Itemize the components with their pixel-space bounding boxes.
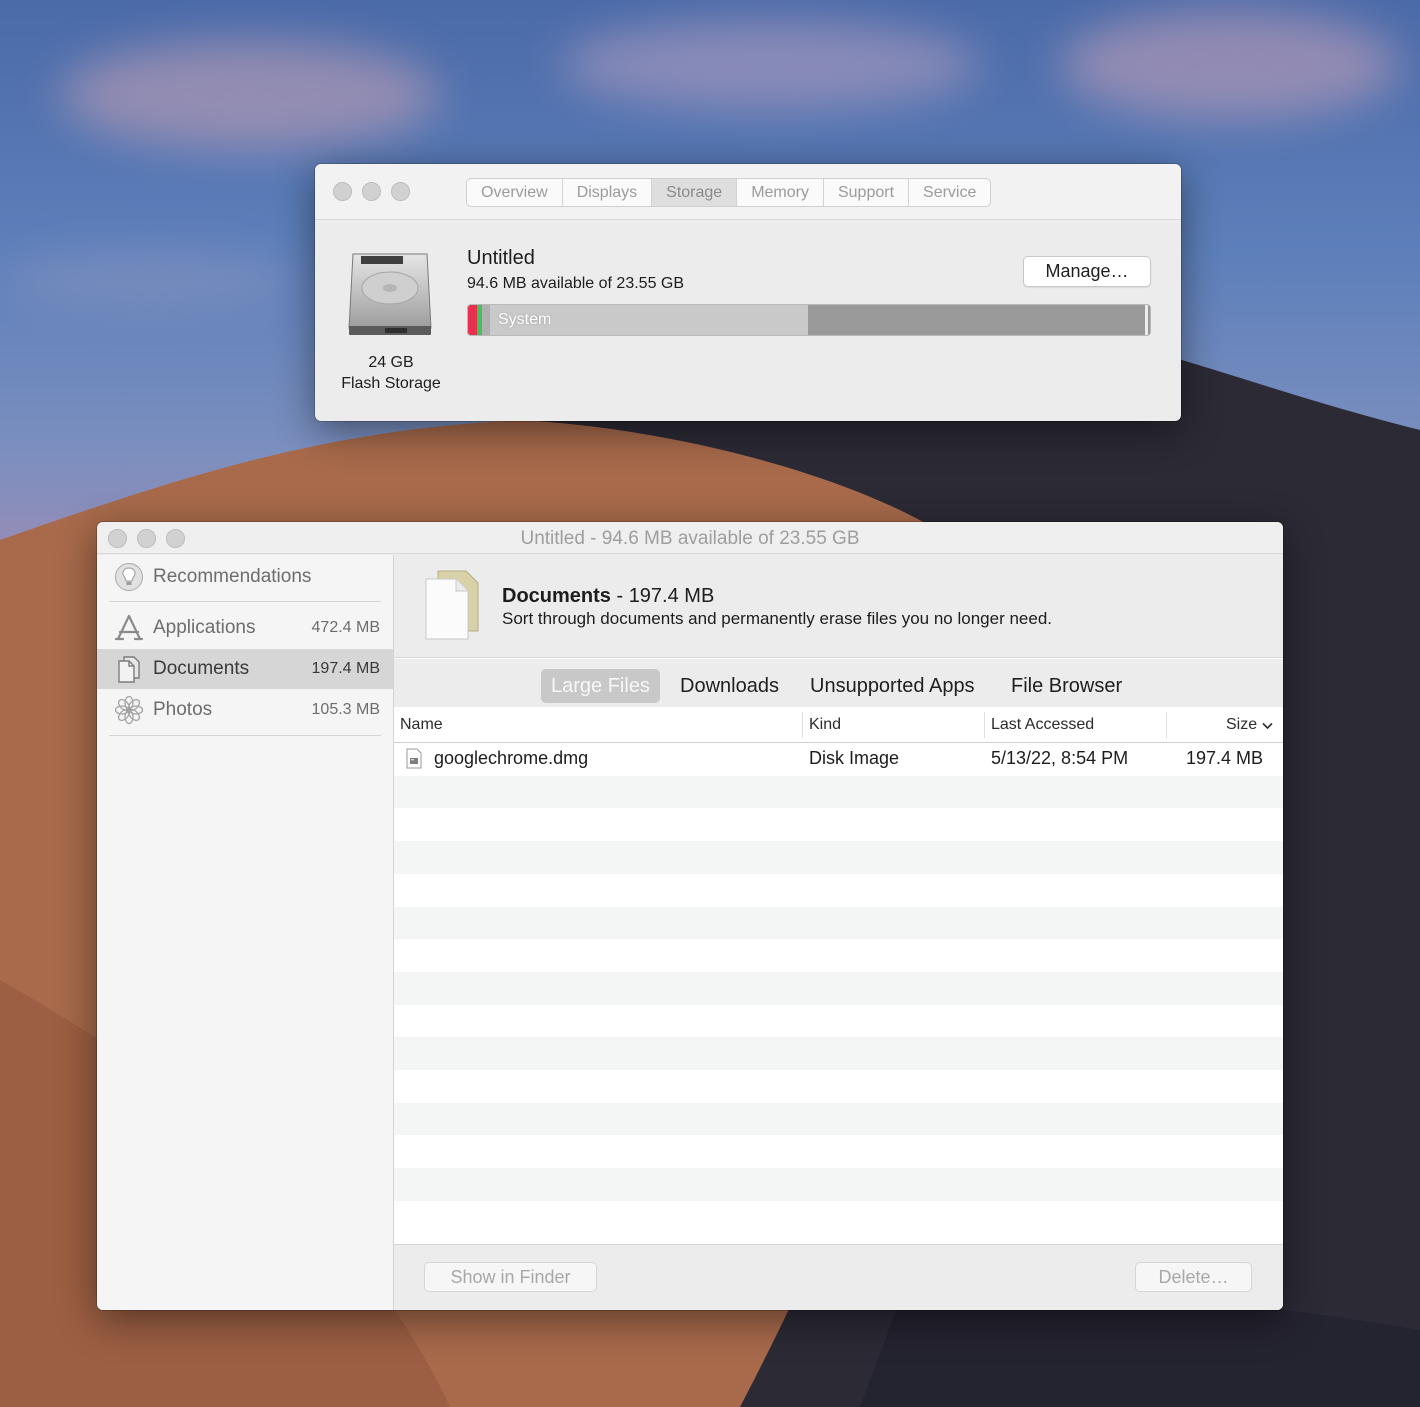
empty-table-row: [394, 1201, 1283, 1234]
table-row[interactable]: googlechrome.dmg Disk Image 5/13/22, 8:5…: [394, 743, 1283, 776]
sidebar-divider: [109, 601, 381, 602]
disk-size-text: 24 GB: [368, 354, 414, 371]
sidebar-item-size: 472.4 MB: [311, 619, 380, 636]
empty-table-row: [394, 841, 1283, 874]
chevron-down-icon[interactable]: [1262, 722, 1273, 730]
column-last-accessed[interactable]: Last Accessed: [991, 716, 1094, 734]
sidebar-item-size: 197.4 MB: [311, 660, 380, 677]
sidebar-item-label: Photos: [153, 699, 213, 720]
tab-unsupported-apps[interactable]: Unsupported Apps: [800, 669, 985, 703]
category-name: Documents: [502, 585, 611, 607]
footer-bar: Show in Finder Delete…: [394, 1244, 1283, 1310]
table-header: Name Kind Last Accessed Size: [394, 708, 1283, 743]
empty-table-row: [394, 1168, 1283, 1201]
category-header: Documents - 197.4 MB Sort through docume…: [394, 555, 1283, 658]
manage-button[interactable]: Manage…: [1023, 256, 1151, 287]
storage-management-window: Untitled - 94.6 MB available of 23.55 GB…: [97, 522, 1283, 1310]
category-size: 197.4 MB: [628, 585, 715, 607]
sidebar-item-label: Recommendations: [153, 566, 312, 587]
empty-table-row: [394, 874, 1283, 907]
storage-segment-gray: [482, 305, 490, 335]
empty-table-row: [394, 906, 1283, 940]
titlebar: Untitled - 94.6 MB available of 23.55 GB: [97, 522, 1283, 554]
hard-disk-icon: [348, 253, 432, 335]
documents-icon: [118, 656, 140, 683]
sidebar-item-applications[interactable]: Applications 472.4 MB: [97, 608, 393, 648]
close-button[interactable]: [333, 182, 352, 201]
segmented-tabs: Overview Displays Storage Memory Support…: [466, 178, 992, 207]
volume-available: 94.6 MB available of 23.55 GB: [467, 275, 685, 292]
app-store-icon: [114, 614, 144, 641]
category-description: Sort through documents and permanently e…: [502, 609, 1053, 628]
sidebar-item-recommendations[interactable]: Recommendations: [97, 557, 393, 597]
empty-table-row: [394, 808, 1283, 841]
tab-downloads[interactable]: Downloads: [670, 669, 789, 703]
sidebar-item-photos[interactable]: Photos 105.3 MB: [97, 690, 393, 730]
empty-table-row: [394, 1037, 1283, 1070]
window-title: Untitled - 94.6 MB available of 23.55 GB: [520, 528, 860, 549]
cell-kind: Disk Image: [809, 748, 900, 768]
sidebar-item-label: Applications: [153, 617, 256, 638]
storage-usage-bar: System: [467, 304, 1151, 336]
column-divider[interactable]: [802, 712, 803, 738]
tab-large-files[interactable]: Large Files: [541, 669, 660, 703]
about-this-mac-window: Overview Displays Storage Memory Support…: [315, 164, 1181, 421]
file-list: googlechrome.dmg Disk Image 5/13/22, 8:5…: [394, 743, 1283, 1243]
minimize-button[interactable]: [362, 182, 381, 201]
cell-last-accessed: 5/13/22, 8:54 PM: [991, 748, 1129, 768]
delete-button[interactable]: Delete…: [1135, 1262, 1252, 1292]
view-tabs: Large Files Downloads Unsupported Apps F…: [394, 659, 1283, 707]
empty-table-row: [394, 775, 1283, 809]
tab-file-browser[interactable]: File Browser: [1001, 669, 1132, 703]
empty-table-row: [394, 1005, 1283, 1038]
sidebar-item-size: 105.3 MB: [311, 701, 380, 718]
column-divider[interactable]: [1166, 712, 1167, 738]
main-content: Documents - 197.4 MB Sort through docume…: [394, 555, 1283, 1310]
disk-type-text: Flash Storage: [341, 375, 441, 392]
tab-overview[interactable]: Overview: [467, 179, 563, 206]
category-title: Documents - 197.4 MB: [502, 585, 714, 608]
empty-table-row: [394, 939, 1283, 972]
tab-memory[interactable]: Memory: [737, 179, 824, 206]
disk-image-file-icon: [406, 748, 422, 769]
sidebar-divider: [109, 735, 381, 736]
tab-service[interactable]: Service: [909, 179, 990, 206]
sidebar: Recommendations Applications 472.4 MB Do…: [97, 555, 394, 1310]
sidebar-item-label: Documents: [153, 658, 250, 679]
sidebar-item-documents[interactable]: Documents 197.4 MB: [97, 649, 393, 689]
empty-table-row: [394, 1135, 1283, 1168]
zoom-button[interactable]: [391, 182, 410, 201]
titlebar: Overview Displays Storage Memory Support…: [315, 164, 1181, 220]
cell-size: 197.4 MB: [1185, 748, 1263, 768]
document-icon: [425, 570, 479, 640]
storage-segment-red: [468, 305, 477, 335]
tab-support[interactable]: Support: [824, 179, 910, 206]
cell-name: googlechrome.dmg: [434, 748, 589, 768]
column-divider[interactable]: [984, 712, 985, 738]
lightbulb-icon: [115, 563, 143, 591]
storage-segment-free: [1145, 305, 1148, 335]
column-kind[interactable]: Kind: [809, 716, 841, 734]
volume-name: Untitled: [467, 247, 535, 269]
tab-displays[interactable]: Displays: [563, 179, 653, 206]
tab-storage[interactable]: Storage: [652, 179, 738, 206]
empty-table-row: [394, 1070, 1283, 1103]
system-label: System: [498, 311, 552, 328]
empty-table-row: [394, 971, 1283, 1005]
empty-table-row: [394, 1102, 1283, 1136]
disk-capacity-label: 24 GB Flash Storage: [331, 352, 451, 394]
column-name[interactable]: Name: [400, 716, 443, 734]
category-separator: -: [610, 585, 629, 607]
window-controls: [333, 182, 410, 201]
show-in-finder-button[interactable]: Show in Finder: [424, 1262, 597, 1292]
column-size[interactable]: Size: [1226, 716, 1257, 734]
photos-icon: [114, 695, 144, 725]
storage-segment-system: System: [490, 305, 808, 335]
